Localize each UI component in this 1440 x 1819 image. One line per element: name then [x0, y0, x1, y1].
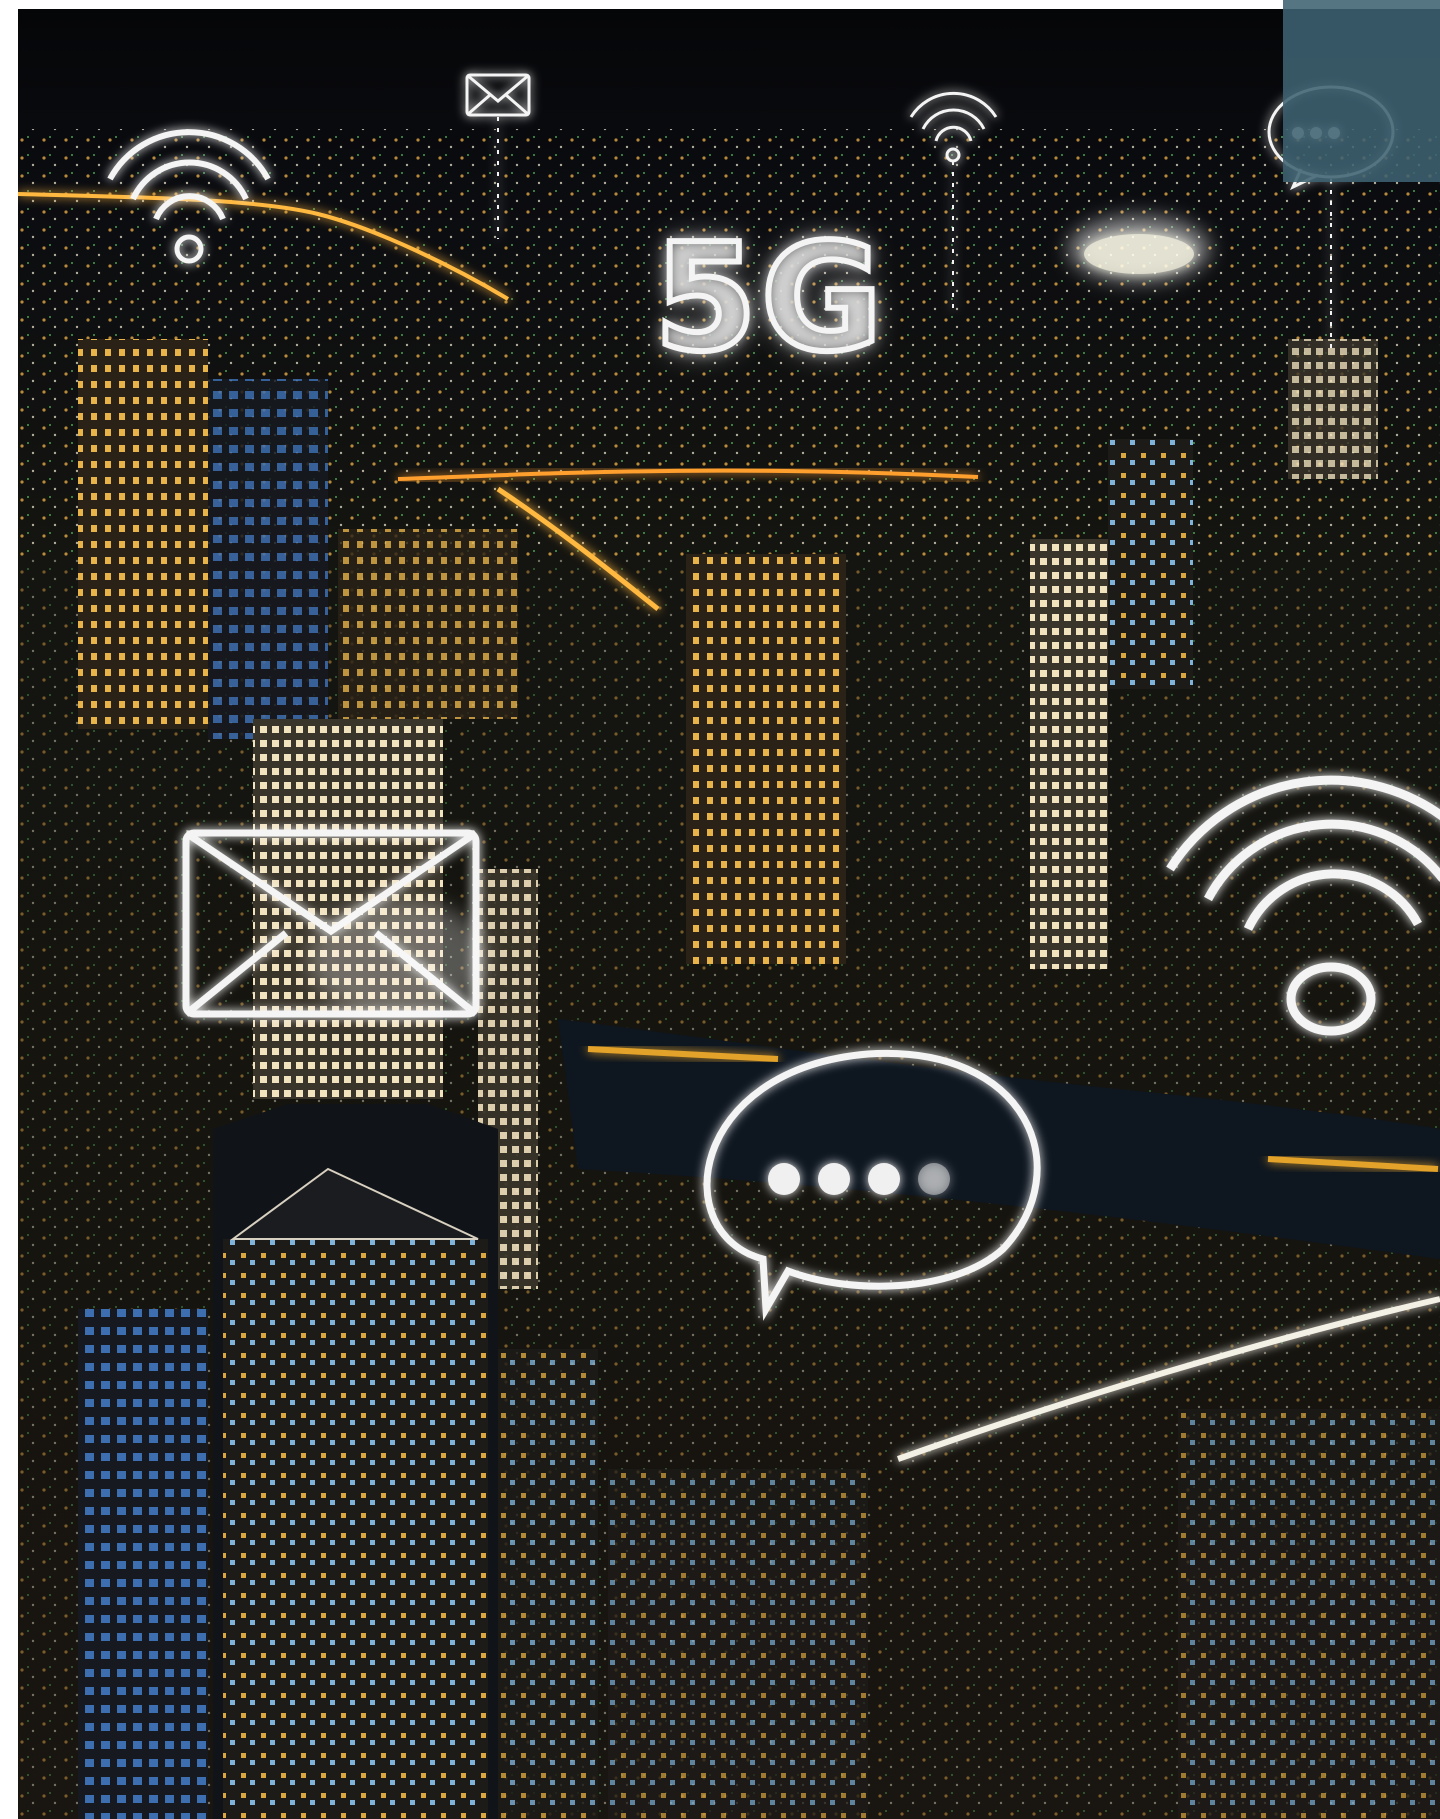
headline-5g: 5G [651, 212, 887, 384]
corner-accent-panel [1283, 0, 1440, 182]
night-city-photo: 5G [18, 9, 1440, 1819]
cloud-icon [1069, 217, 1209, 281]
